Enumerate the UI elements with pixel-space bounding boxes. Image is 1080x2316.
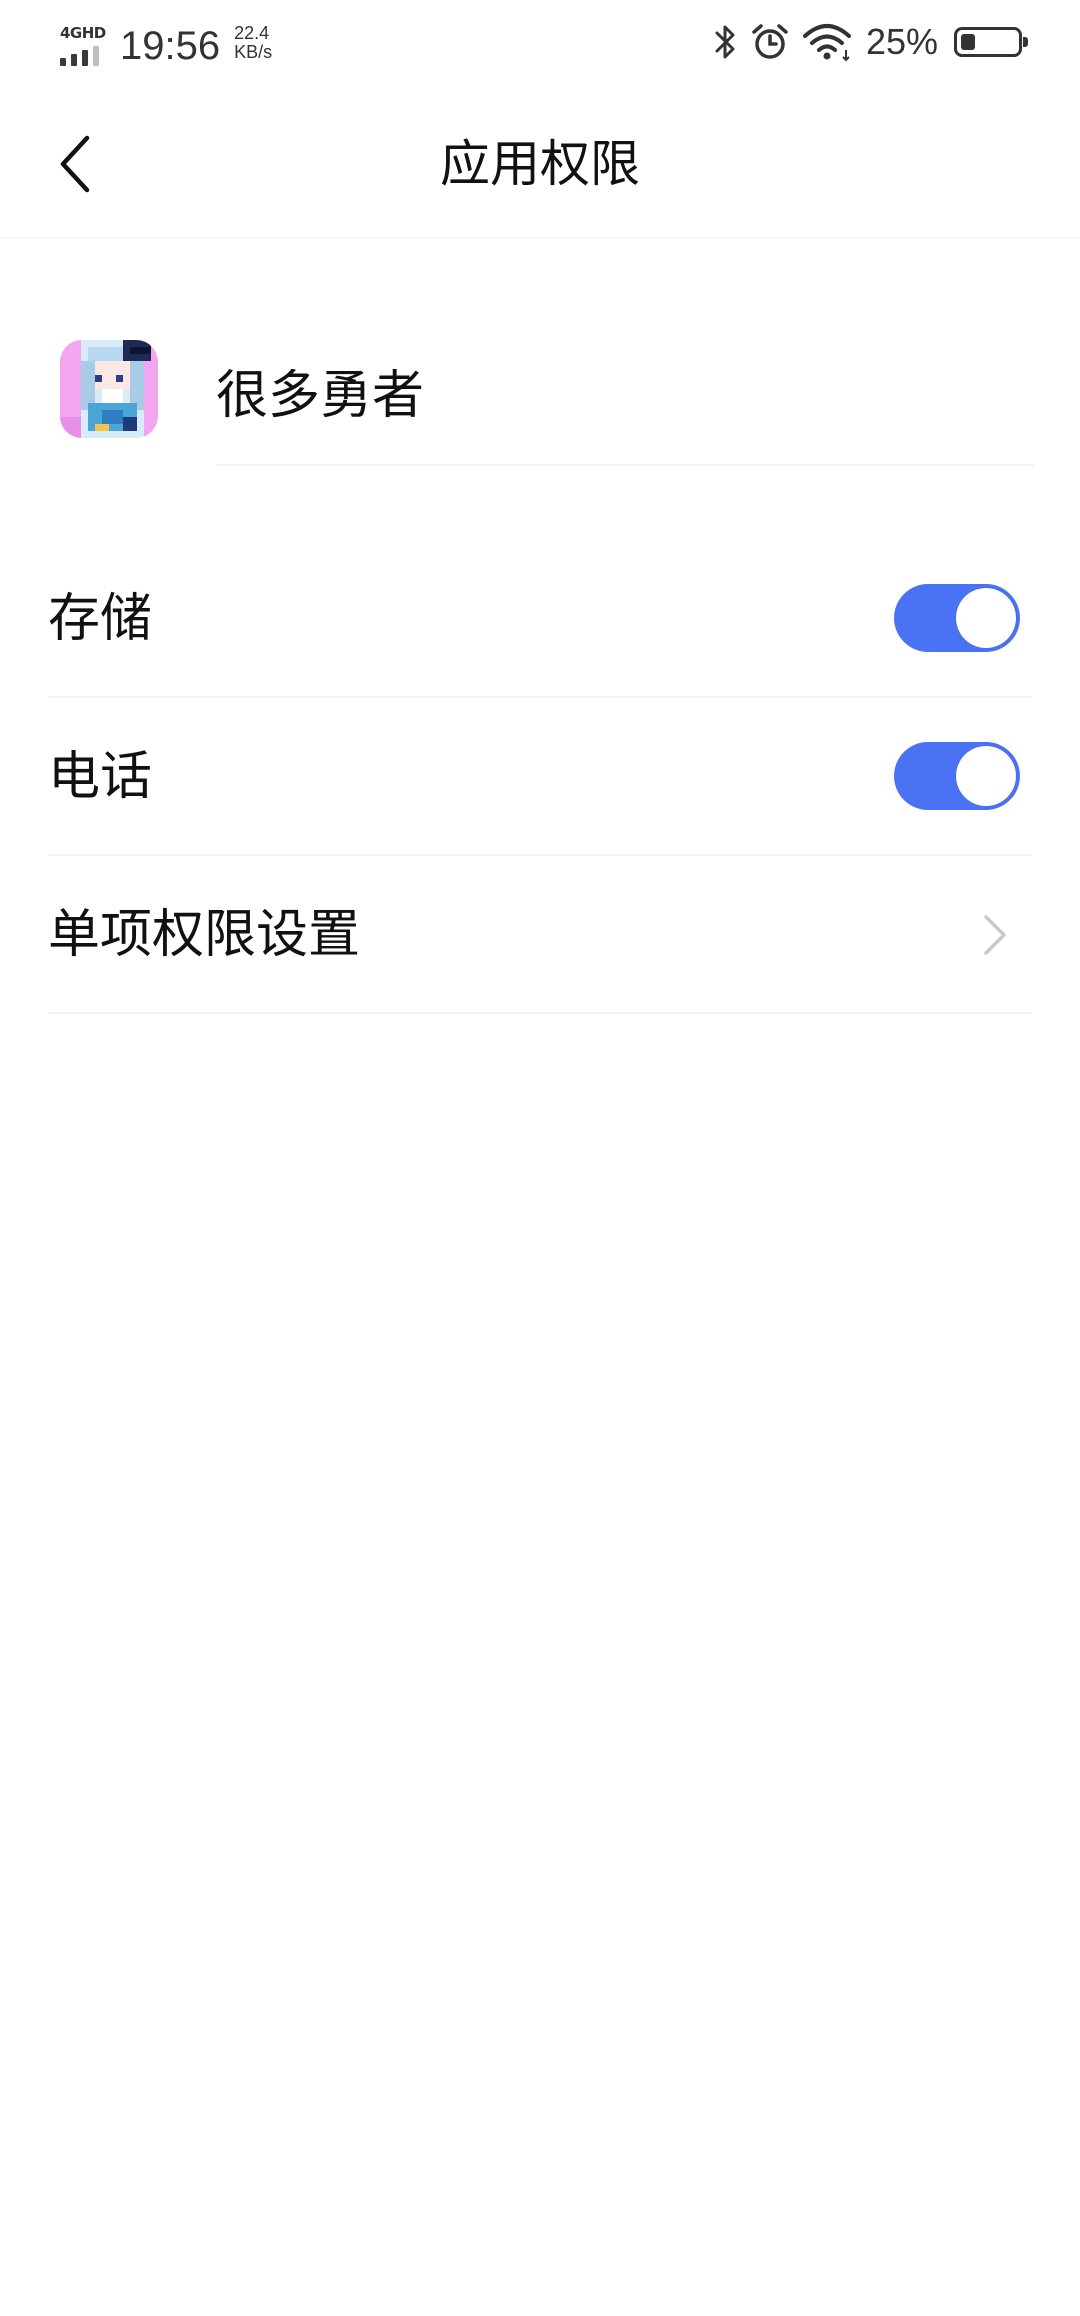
signal-bars: [60, 46, 99, 66]
chevron-right-icon: [984, 915, 1006, 955]
page-title: 应用权限: [440, 135, 640, 193]
network-speed: 22.4 KB/s: [234, 24, 272, 68]
app-row: 很多勇者: [0, 330, 1080, 466]
permission-row-individual-settings[interactable]: 单项权限设置: [48, 856, 1032, 1014]
alarm-icon: [752, 24, 788, 59]
permission-label-phone: 电话: [48, 747, 153, 807]
phone-toggle[interactable]: [894, 742, 1020, 810]
storage-toggle[interactable]: [894, 584, 1020, 652]
status-right: 25%: [712, 20, 1028, 64]
app-name: 很多勇者: [216, 366, 425, 426]
battery-fill: [961, 34, 975, 50]
network-speed-unit: KB/s: [234, 42, 273, 62]
permission-row-storage[interactable]: 存储: [48, 540, 1032, 698]
app-icon: [60, 340, 158, 438]
battery-percent: 25%: [865, 21, 938, 62]
network-type-label: 4GHD: [60, 24, 106, 42]
network-speed-value: 22.4: [234, 23, 270, 43]
permission-row-phone[interactable]: 电话: [48, 698, 1032, 856]
wifi-icon: [802, 24, 851, 62]
bluetooth-icon: [715, 25, 735, 59]
battery-icon: [954, 27, 1028, 57]
permission-label-individual-settings: 单项权限设置: [48, 905, 361, 965]
header: 应用权限: [0, 84, 1080, 238]
permission-list: 存储 电话 单项权限设置: [48, 540, 1032, 1014]
signal-icon: 4GHD: [58, 24, 106, 68]
toggle-knob: [956, 588, 1016, 648]
status-time: 19:56: [120, 24, 221, 68]
status-left: 4GHD 19:56 22.4 KB/s: [58, 16, 272, 68]
toggle-knob: [956, 746, 1016, 806]
status-bar: 4GHD 19:56 22.4 KB/s 25%: [0, 0, 1080, 84]
app-name-container: 很多勇者: [216, 330, 1034, 466]
permission-label-storage: 存储: [48, 589, 153, 649]
